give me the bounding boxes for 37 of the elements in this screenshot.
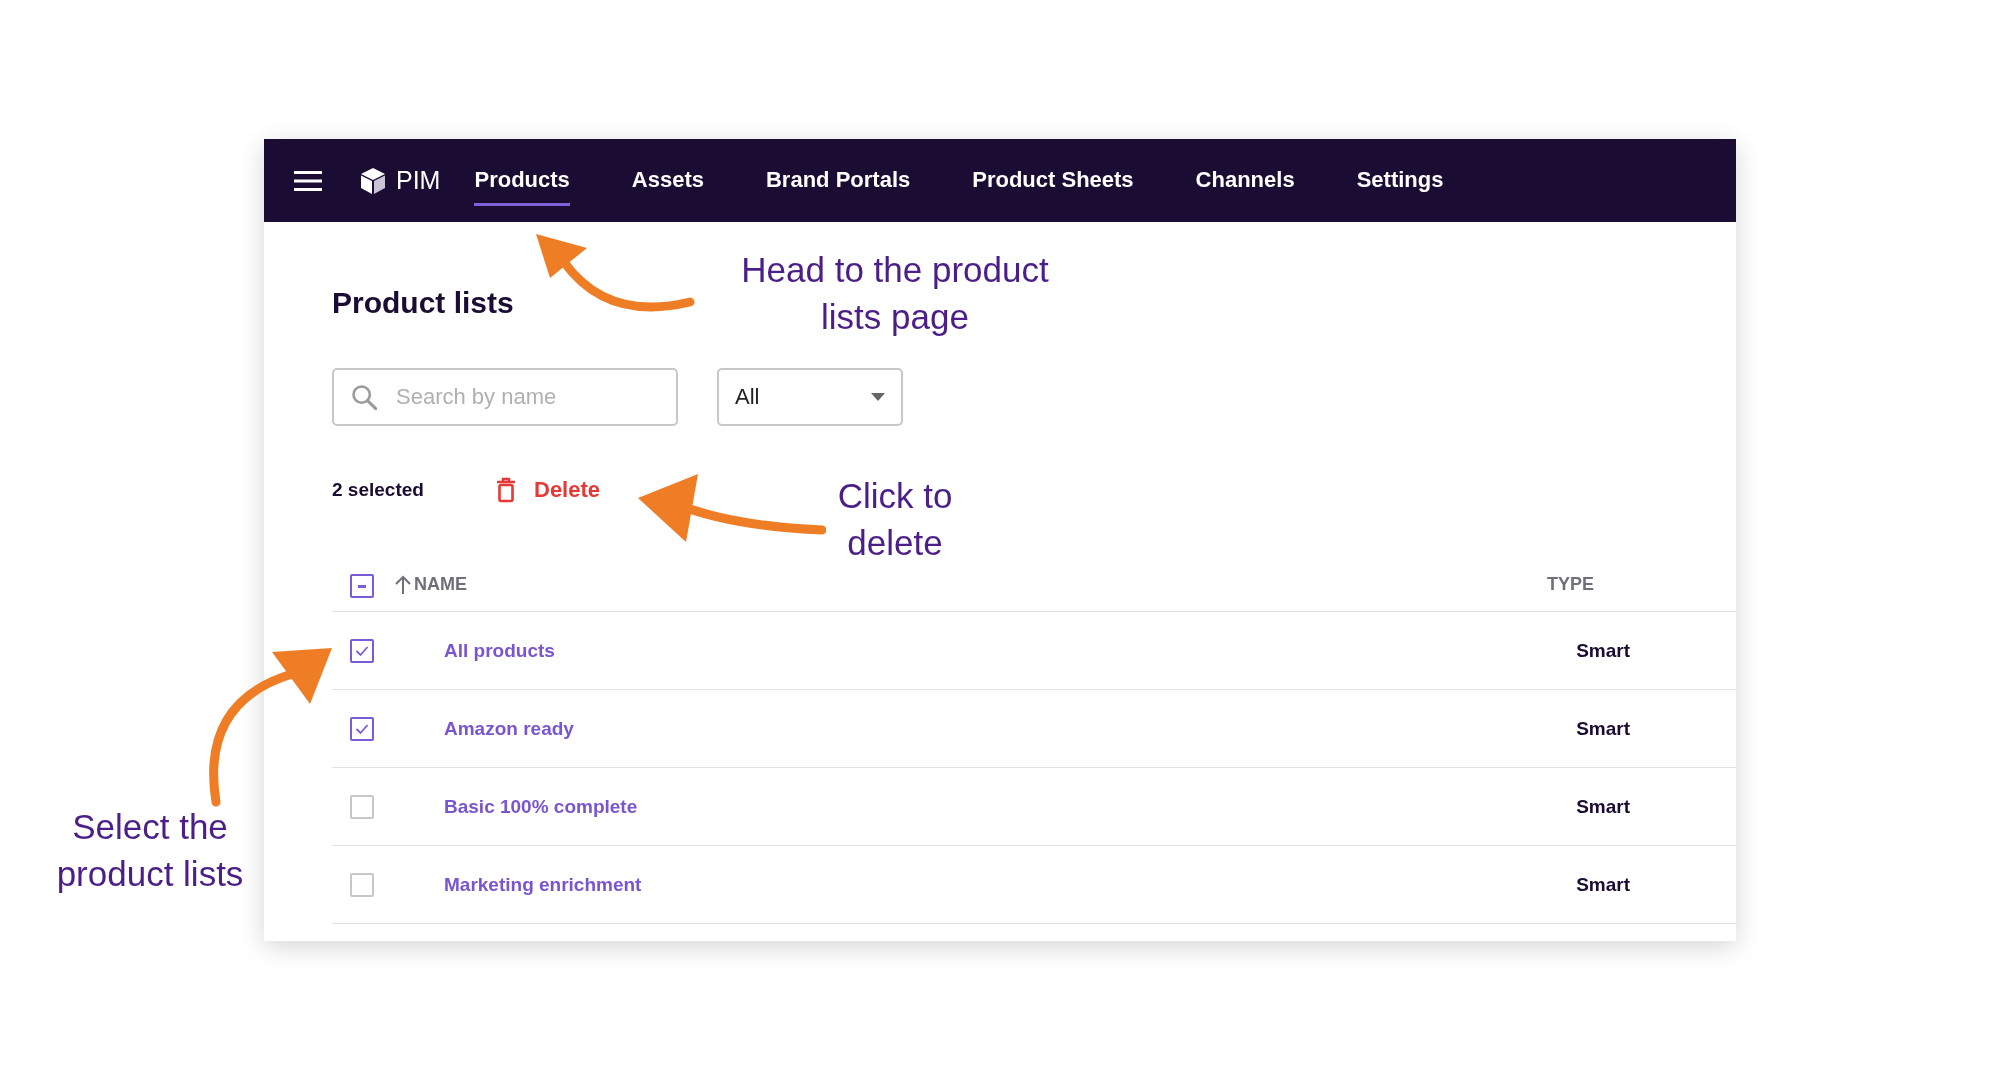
row-checkbox[interactable] [350, 716, 374, 741]
annotation-text: Head to the product lists page [740, 249, 1050, 338]
menu-icon[interactable] [294, 170, 322, 191]
type-cell: Smart [1576, 873, 1630, 896]
nav-tab[interactable]: Brand Portals [765, 155, 911, 206]
annotation-text: Select the product lists [55, 806, 245, 895]
row-checkbox[interactable] [350, 872, 374, 897]
column-header[interactable]: TYPE [1547, 574, 1594, 595]
page-title: Product lists [332, 286, 514, 320]
product-list-link[interactable]: Basic 100% complete [444, 795, 638, 818]
product-list-link[interactable]: All products [444, 639, 555, 662]
search-icon [350, 383, 378, 411]
nav-tab[interactable]: Settings [1356, 155, 1444, 206]
nav-tab[interactable]: Channels [1195, 155, 1295, 206]
annotation-text: Click to delete [836, 475, 954, 564]
type-dropdown[interactable]: All [717, 368, 903, 426]
delete-button[interactable]: Delete [496, 473, 601, 507]
select-all-checkbox[interactable] [350, 574, 374, 598]
row-checkbox[interactable] [350, 794, 374, 819]
app-name: PIM [396, 166, 441, 195]
search-field[interactable]: Search by name [332, 368, 678, 426]
caret-icon [871, 393, 885, 401]
row-checkbox[interactable] [350, 638, 374, 663]
type-cell: Smart [1576, 639, 1630, 662]
trash-icon [496, 477, 516, 503]
nav-tab[interactable]: Assets [631, 155, 704, 206]
product-list-link[interactable]: Amazon ready [444, 717, 574, 740]
selected-count: 2 selected [332, 479, 425, 501]
product-list-link[interactable]: Marketing enrichment [444, 873, 642, 896]
type-cell: Smart [1576, 795, 1630, 818]
nav-tab[interactable]: Products [474, 155, 570, 206]
cube-icon [360, 166, 386, 195]
minus-icon [358, 584, 366, 588]
column-header[interactable]: NAME [414, 574, 467, 595]
type-cell: Smart [1576, 717, 1630, 740]
sort-up-icon[interactable] [394, 574, 412, 595]
nav-tab[interactable]: Product Sheets [972, 155, 1134, 206]
